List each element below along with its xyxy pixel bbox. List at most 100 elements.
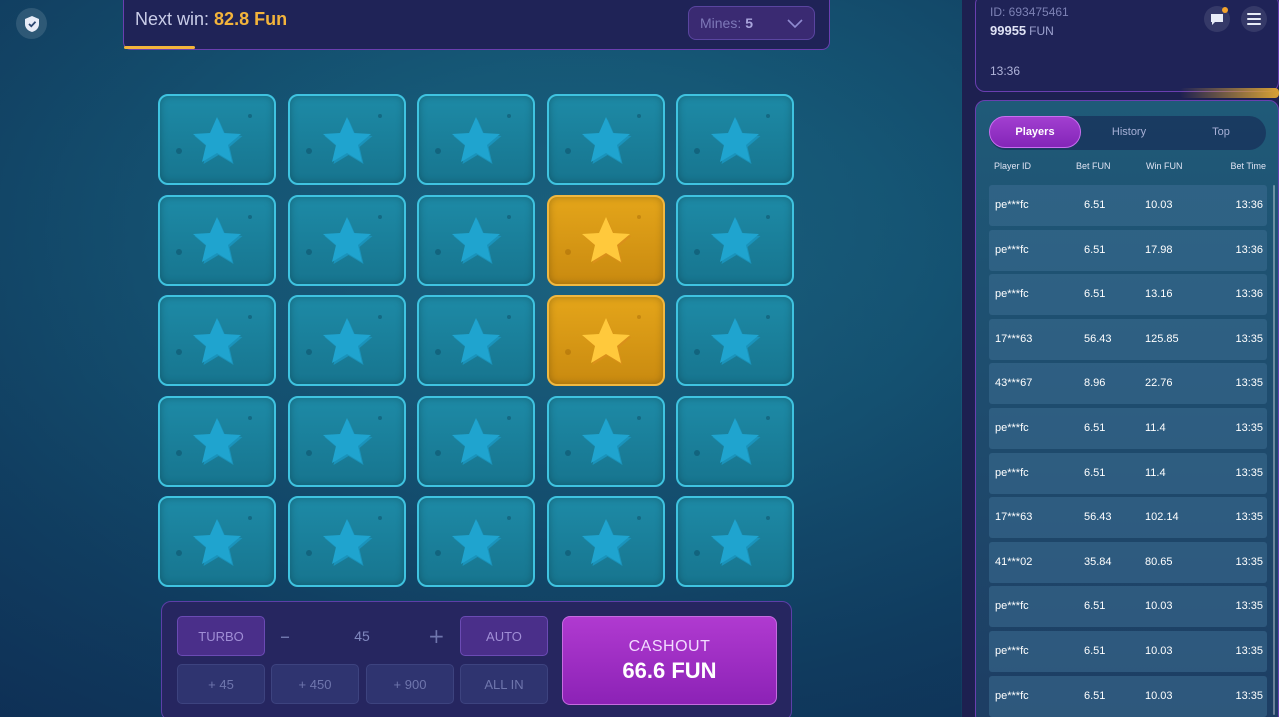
star-icon	[193, 217, 243, 264]
bet-increase-button[interactable]: +	[428, 624, 445, 648]
table-row: pe***fc 6.51 10.03 13:35	[989, 586, 1267, 628]
tab-players[interactable]: Players	[989, 116, 1081, 148]
row-bet: 6.51	[1084, 199, 1106, 211]
bets-table-header: Player ID Bet FUN Win FUN Bet Time	[976, 161, 1278, 175]
row-bet: 6.51	[1084, 288, 1106, 301]
chat-icon	[1211, 14, 1223, 25]
grid-tile[interactable]	[158, 395, 276, 487]
bets-panel: Players History Top Player ID Bet FUN Wi…	[975, 100, 1279, 717]
table-row: pe***fc 6.51 10.03 13:36	[989, 185, 1267, 226]
star-icon	[581, 518, 631, 566]
row-player-id: pe***fc	[995, 243, 1029, 256]
clock: 13:36	[990, 64, 1021, 78]
grid-tile[interactable]	[158, 295, 276, 386]
star-icon	[322, 317, 372, 365]
all-in-button[interactable]: ALL IN	[460, 664, 548, 704]
grid-tile[interactable]	[287, 295, 406, 386]
row-time: 13:35	[1235, 555, 1263, 568]
table-row: pe***fc 6.51 13.16 13:36	[989, 274, 1267, 316]
table-row: 17***63 56.43 125.85 13:35	[989, 318, 1267, 360]
cashout-label: CASHOUT	[628, 637, 711, 655]
menu-button[interactable]	[1241, 6, 1267, 32]
tab-top[interactable]: Top	[1175, 116, 1267, 148]
grid-tile[interactable]	[676, 194, 794, 286]
row-player-id: 41***02	[995, 555, 1033, 568]
grid-tile[interactable]	[158, 496, 276, 587]
tab-history[interactable]: History	[1083, 116, 1175, 148]
mines-grid	[158, 94, 794, 587]
decorative-accent	[1180, 88, 1279, 98]
star-icon	[452, 418, 502, 465]
next-win-progress	[124, 46, 829, 49]
quick-bet-45-button[interactable]: + 45	[177, 664, 265, 704]
quick-bet-450-button[interactable]: + 450	[271, 664, 359, 704]
grid-tile-revealed[interactable]	[546, 194, 665, 286]
bets-tabs: Players History Top	[989, 116, 1266, 150]
provably-fair-button[interactable]	[16, 8, 47, 39]
col-bet: Bet FUN	[1076, 161, 1111, 171]
table-row: pe***fc 6.51 11.4 13:35	[989, 407, 1267, 449]
row-win: 10.03	[1145, 689, 1173, 702]
star-icon	[581, 317, 631, 365]
grid-tile[interactable]	[546, 496, 665, 587]
row-bet: 6.51	[1084, 421, 1106, 434]
row-bet: 6.51	[1084, 689, 1106, 702]
grid-tile[interactable]	[417, 295, 535, 386]
bet-controls: TURBO – 45 + AUTO + 45 + 450 + 900 ALL I…	[161, 601, 792, 717]
grid-tile[interactable]	[417, 395, 535, 487]
grid-tile[interactable]	[676, 295, 794, 386]
grid-tile[interactable]	[287, 194, 406, 286]
row-bet: 6.51	[1084, 644, 1106, 657]
star-icon	[711, 217, 761, 264]
grid-tile[interactable]	[158, 194, 276, 286]
grid-tile[interactable]	[417, 94, 535, 185]
star-icon	[581, 217, 631, 264]
row-win: 13.16	[1145, 288, 1173, 301]
grid-tile[interactable]	[676, 94, 794, 185]
shield-icon	[24, 15, 39, 32]
star-icon	[193, 116, 243, 164]
grid-tile[interactable]	[546, 94, 665, 185]
star-icon	[581, 418, 631, 465]
row-player-id: pe***fc	[995, 199, 1029, 211]
grid-tile-revealed[interactable]	[546, 295, 665, 386]
col-win: Win FUN	[1146, 161, 1183, 171]
grid-tile[interactable]	[417, 496, 535, 587]
grid-tile[interactable]	[676, 395, 794, 487]
row-bet: 8.96	[1084, 377, 1106, 390]
quick-bet-900-button[interactable]: + 900	[366, 664, 454, 704]
star-icon	[193, 518, 243, 566]
star-icon	[711, 518, 761, 566]
star-icon	[452, 518, 502, 566]
grid-tile[interactable]	[417, 194, 535, 286]
next-win-display: Next win: 82.8 Fun	[135, 9, 287, 30]
grid-tile[interactable]	[158, 94, 276, 185]
bet-amount-input[interactable]: 45	[332, 628, 392, 644]
table-row: pe***fc 6.51 11.4 13:35	[989, 452, 1267, 494]
row-time: 13:35	[1235, 689, 1263, 702]
row-win: 10.03	[1145, 644, 1173, 657]
row-bet: 56.43	[1084, 511, 1112, 524]
turbo-button[interactable]: TURBO	[177, 616, 265, 656]
grid-tile[interactable]	[546, 395, 665, 487]
grid-tile[interactable]	[287, 496, 406, 587]
row-player-id: pe***fc	[995, 644, 1029, 657]
row-win: 11.4	[1145, 421, 1166, 434]
auto-button[interactable]: AUTO	[460, 616, 548, 656]
account-balance: 99955 FUN	[990, 23, 1054, 38]
chat-button[interactable]	[1204, 6, 1230, 32]
row-time: 13:35	[1235, 421, 1263, 434]
row-win: 125.85	[1145, 332, 1179, 345]
grid-tile[interactable]	[287, 94, 406, 185]
row-player-id: pe***fc	[995, 421, 1029, 434]
row-bet: 6.51	[1084, 466, 1106, 479]
bets-scrollbar[interactable]	[1273, 185, 1275, 715]
row-player-id: pe***fc	[995, 689, 1029, 702]
bet-decrease-button[interactable]: –	[280, 624, 290, 648]
mines-select[interactable]: Mines: 5	[688, 6, 815, 40]
menu-icon	[1247, 13, 1261, 25]
grid-tile[interactable]	[676, 496, 794, 587]
cashout-button[interactable]: CASHOUT 66.6 FUN	[562, 616, 777, 705]
grid-tile[interactable]	[287, 395, 406, 487]
star-icon	[193, 418, 243, 465]
